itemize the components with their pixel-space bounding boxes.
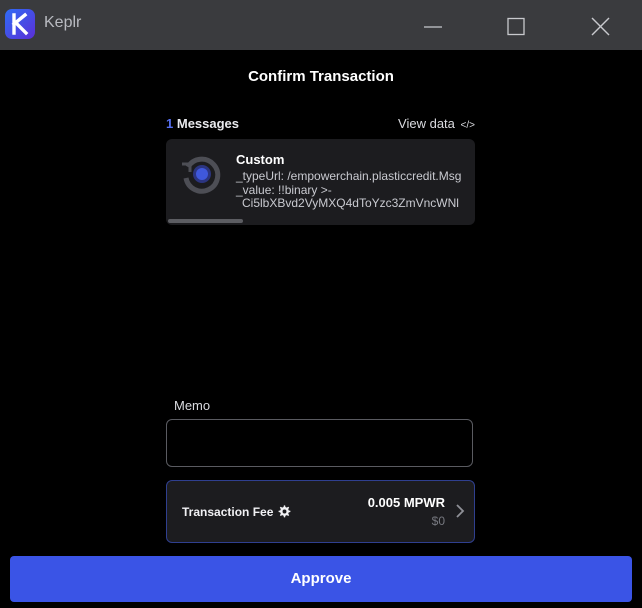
fee-usd-value: $0 (431, 514, 445, 528)
keplr-window: Keplr Confirm Transaction 1 Messages Vie… (0, 0, 642, 608)
messages-count: 1 (166, 116, 174, 131)
minimize-button[interactable] (402, 0, 462, 50)
message-binary: Ci5lbXBvd2VyMXQ4dToYzc3ZmVncWNl (242, 196, 459, 210)
close-icon (591, 17, 610, 36)
approve-button[interactable]: Approve (10, 556, 632, 602)
message-type-url: _typeUrl: /empowerchain.plasticcredit.Ms… (236, 169, 462, 183)
close-button[interactable] (570, 0, 630, 50)
custom-message-icon (182, 156, 221, 194)
minimize-icon (424, 26, 442, 28)
transaction-fee-card[interactable]: Transaction Fee 0.005 MPWR $0 (166, 480, 475, 543)
title-bar[interactable]: Keplr (0, 0, 642, 50)
message-title: Custom (236, 152, 285, 167)
keplr-logo-icon (5, 9, 35, 39)
memo-label: Memo (174, 398, 211, 413)
messages-label: Messages (176, 116, 240, 131)
chevron-right-icon[interactable] (455, 503, 465, 519)
view-data-label: View data (398, 116, 455, 131)
memo-input[interactable] (166, 419, 473, 467)
fee-amount: 0.005 MPWR (367, 495, 445, 510)
horizontal-scrollbar[interactable] (168, 219, 243, 223)
message-card[interactable]: Custom _typeUrl: /empowerchain.plasticcr… (166, 139, 475, 225)
view-data-button[interactable]: View data </> (398, 116, 475, 131)
transaction-fee-label: Transaction Fee (182, 505, 274, 519)
maximize-icon (507, 17, 525, 36)
page-title: Confirm Transaction (248, 68, 394, 85)
message-value: _value: !!binary >- (236, 183, 332, 197)
code-icon: </> (460, 120, 475, 131)
app-title: Keplr (44, 14, 82, 31)
maximize-button[interactable] (486, 0, 546, 50)
gear-icon[interactable] (278, 505, 291, 518)
messages-header: 1 Messages View data </> (166, 116, 475, 134)
